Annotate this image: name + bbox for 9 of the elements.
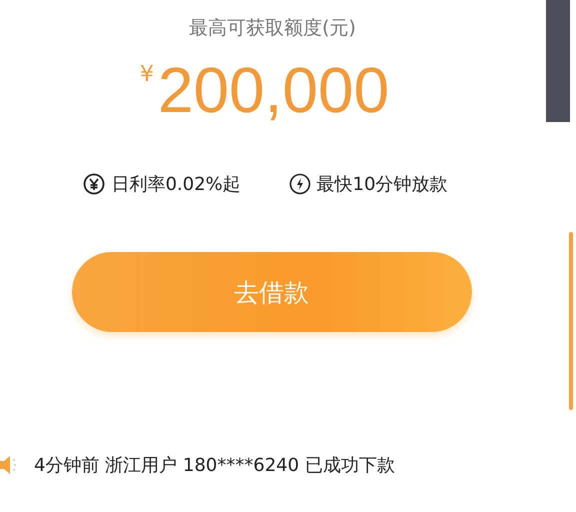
feature-text: 最快10分钟放款 <box>316 173 448 196</box>
credit-amount: 200,000 <box>158 54 390 126</box>
limit-label: 最高可获取额度(元) <box>189 16 356 41</box>
currency-symbol: ¥ <box>140 62 154 87</box>
feature-text: 日利率0.02%起 <box>111 173 241 196</box>
loan-notice: 4分钟前 浙江用户 180****6240 已成功下款 <box>34 454 395 477</box>
lightning-icon <box>288 173 311 195</box>
yuan-icon <box>83 173 106 195</box>
borrow-button[interactable]: 去借款 <box>72 252 472 332</box>
